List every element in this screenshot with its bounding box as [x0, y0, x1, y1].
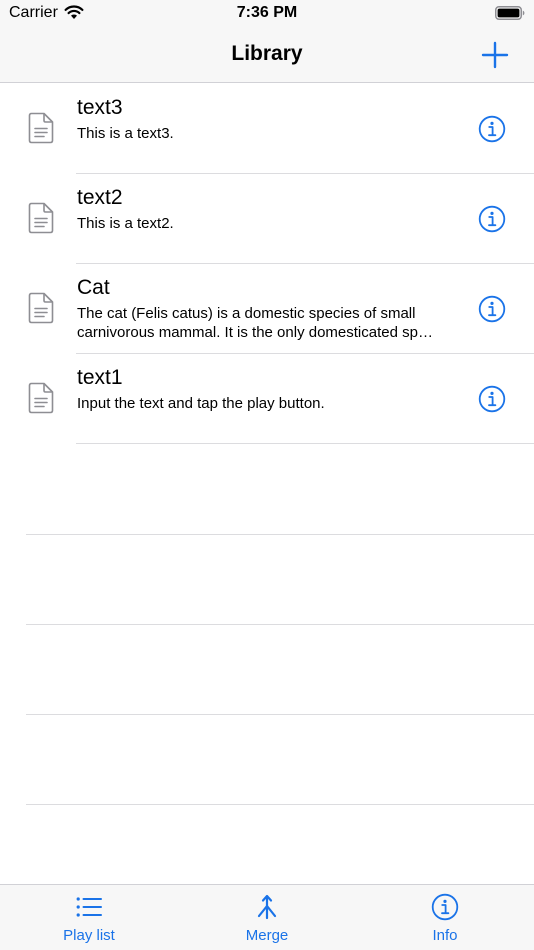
battery-icon: [495, 6, 525, 25]
tab-bar: Play list Merge Info: [0, 884, 534, 950]
item-subtitle: This is a text3.: [77, 125, 174, 142]
row-separator: [26, 804, 534, 805]
item-subtitle: Input the text and tap the play button.: [77, 395, 325, 412]
row-separator: [26, 624, 534, 625]
item-title: text1: [77, 366, 123, 389]
item-subtitle: The cat (Felis catus) is a domestic spec…: [77, 305, 433, 341]
item-subtitle: This is a text2.: [77, 215, 174, 232]
row-separator: [26, 534, 534, 535]
plus-icon: [481, 41, 509, 69]
tab-label: Play list: [63, 927, 115, 944]
document-icon: [28, 292, 54, 329]
item-title: text2: [77, 186, 123, 209]
tab-label: Merge: [245, 927, 289, 944]
tab-label: Info: [432, 927, 458, 944]
document-icon: [28, 202, 54, 239]
info-icon: [478, 115, 506, 143]
info-icon: [478, 295, 506, 323]
item-title: text3: [77, 96, 123, 119]
list-icon: [75, 893, 103, 921]
info-icon: [478, 385, 506, 413]
page-title: Library: [231, 42, 303, 65]
add-button[interactable]: [480, 40, 510, 70]
tab-merge[interactable]: Merge: [207, 885, 327, 950]
list-item[interactable]: Cat The cat (Felis catus) is a domestic …: [0, 264, 534, 354]
info-icon: [478, 205, 506, 233]
info-button[interactable]: [478, 295, 506, 323]
library-list: text3 This is a text3. text2 This is a t…: [0, 84, 534, 444]
navigation-bar: Library: [0, 30, 534, 83]
status-bar: Carrier 7:36 PM: [0, 0, 534, 30]
document-icon: [28, 112, 54, 149]
info-icon: [431, 893, 459, 921]
info-button[interactable]: [478, 115, 506, 143]
info-button[interactable]: [478, 205, 506, 233]
list-item[interactable]: text2 This is a text2.: [0, 174, 534, 264]
tab-play-list[interactable]: Play list: [29, 885, 149, 950]
list-item[interactable]: text3 This is a text3.: [0, 84, 534, 174]
info-button[interactable]: [478, 385, 506, 413]
document-icon: [28, 382, 54, 419]
tab-info[interactable]: Info: [385, 885, 505, 950]
item-title: Cat: [77, 276, 110, 299]
row-separator: [26, 714, 534, 715]
merge-icon: [253, 893, 281, 921]
list-item[interactable]: text1 Input the text and tap the play bu…: [0, 354, 534, 444]
status-time: 7:36 PM: [236, 4, 298, 21]
